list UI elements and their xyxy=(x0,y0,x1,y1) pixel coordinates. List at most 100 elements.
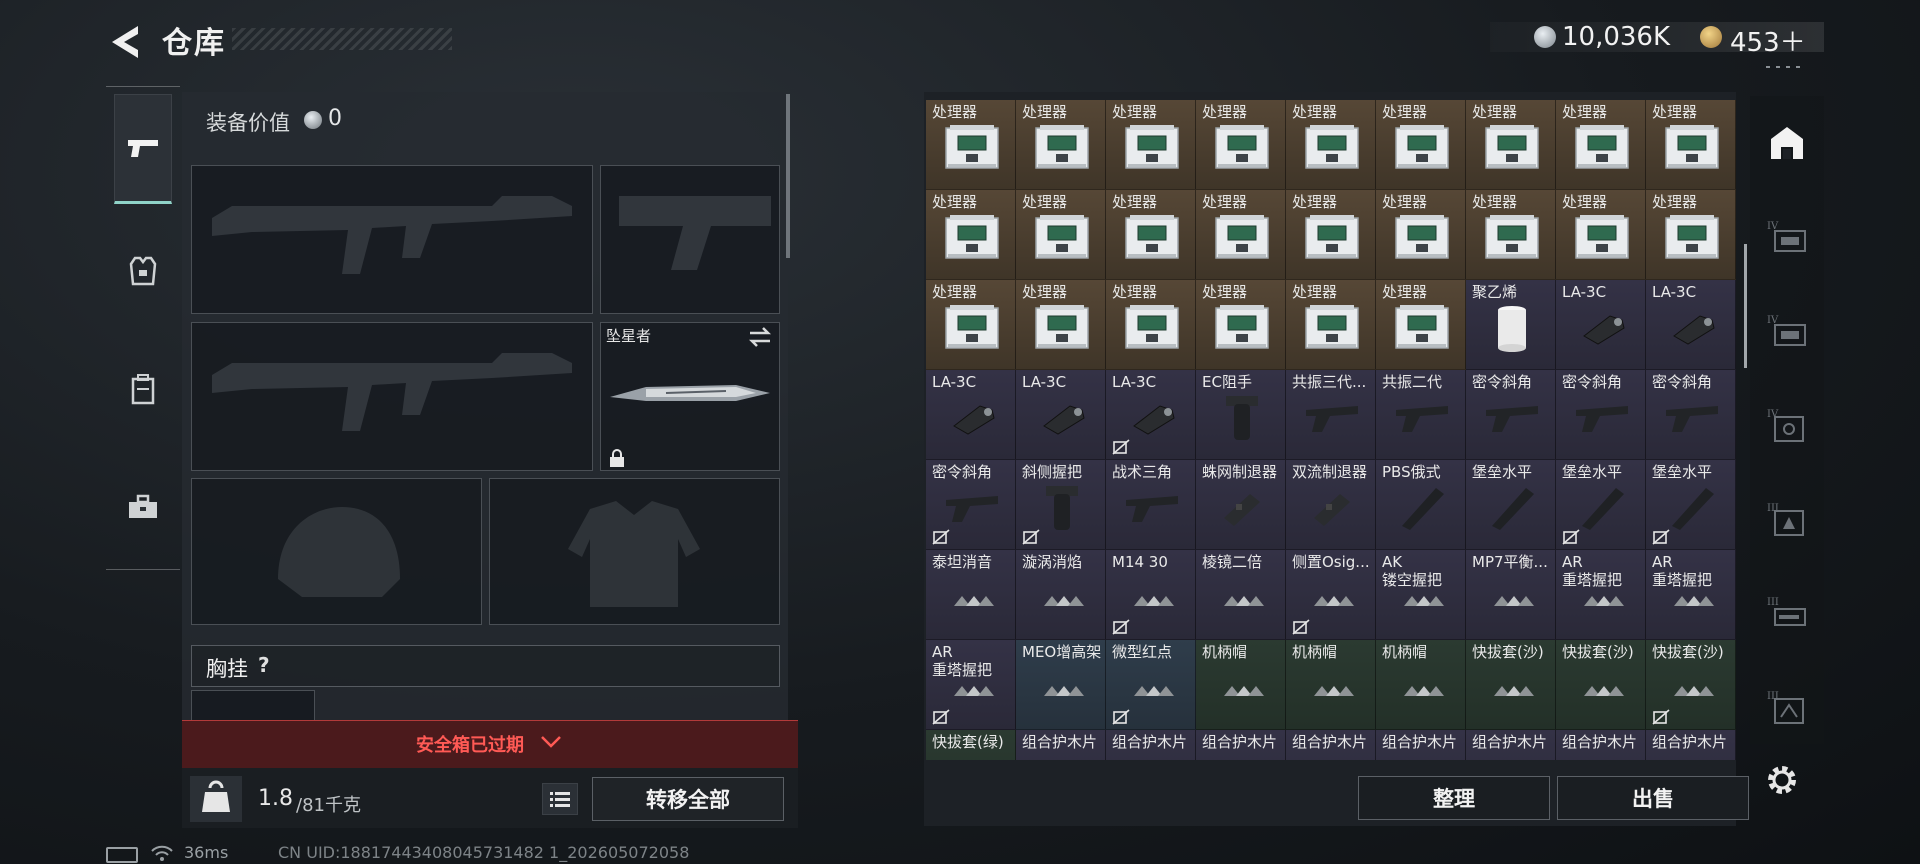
inventory-item[interactable]: 堡垒水平 xyxy=(1646,460,1736,550)
inventory-item[interactable]: M14 30 xyxy=(1106,550,1196,640)
tab-storage-main[interactable] xyxy=(1758,108,1816,178)
inventory-scrollbar[interactable] xyxy=(1744,244,1747,368)
inventory-item[interactable]: LA-3C xyxy=(1556,280,1646,370)
inventory-item[interactable]: LA-3C xyxy=(1106,370,1196,460)
tab-storage-iv-1[interactable]: IV xyxy=(1758,202,1816,272)
tab-storage-iii-2[interactable]: III xyxy=(1758,578,1816,648)
inventory-item[interactable]: 处理器 xyxy=(1106,100,1196,190)
inventory-item[interactable]: 双流制退器 xyxy=(1286,460,1376,550)
inventory-item[interactable]: LA-3C xyxy=(926,370,1016,460)
inventory-item[interactable]: AR 重塔握把 xyxy=(926,640,1016,730)
inventory-item[interactable]: 蛛网制退器 xyxy=(1196,460,1286,550)
inventory-item[interactable]: 快拔套(沙) xyxy=(1466,640,1556,730)
inventory-item[interactable]: 共振二代 xyxy=(1376,370,1466,460)
tab-storage-iv-2[interactable]: IV xyxy=(1758,296,1816,366)
inventory-item[interactable]: 处理器 xyxy=(1466,190,1556,280)
tab-storage-iii-1[interactable]: III xyxy=(1758,484,1816,554)
inventory-item[interactable]: 处理器 xyxy=(1376,280,1466,370)
chevron-down-icon[interactable] xyxy=(540,734,562,750)
inventory-item[interactable]: PBS俄式 xyxy=(1376,460,1466,550)
inventory-item[interactable]: 侧置Osig... xyxy=(1286,550,1376,640)
inventory-item[interactable]: 快拔套(绿) xyxy=(926,730,1016,760)
inventory-item[interactable]: 处理器 xyxy=(926,190,1016,280)
inventory-item[interactable]: 组合护木片 xyxy=(1556,730,1646,760)
tab-storage-iv-3[interactable]: IV xyxy=(1758,390,1816,460)
inventory-item[interactable]: AR 重塔握把 xyxy=(1556,550,1646,640)
inventory-item[interactable]: LA-3C xyxy=(1646,280,1736,370)
helmet-slot[interactable] xyxy=(191,478,482,625)
inventory-item[interactable]: 处理器 xyxy=(1196,280,1286,370)
inventory-item[interactable]: MEO增高架 xyxy=(1016,640,1106,730)
inventory-item[interactable]: 组合护木片 xyxy=(1376,730,1466,760)
inventory-item[interactable]: 组合护木片 xyxy=(1106,730,1196,760)
inventory-item[interactable]: 漩涡消焰 xyxy=(1016,550,1106,640)
inventory-item[interactable]: 处理器 xyxy=(1376,100,1466,190)
inventory-item[interactable]: 微型红点 xyxy=(1106,640,1196,730)
inventory-item[interactable]: 处理器 xyxy=(1556,190,1646,280)
inventory-item[interactable]: 聚乙烯 xyxy=(1466,280,1556,370)
inventory-item[interactable]: AR 重塔握把 xyxy=(1646,550,1736,640)
tab-backpack[interactable] xyxy=(114,334,172,444)
inventory-item[interactable]: 处理器 xyxy=(926,100,1016,190)
inventory-item[interactable]: 密令斜角 xyxy=(1556,370,1646,460)
inventory-item[interactable]: 处理器 xyxy=(1016,280,1106,370)
inventory-item[interactable]: 处理器 xyxy=(1196,190,1286,280)
inventory-item[interactable]: 战术三角 xyxy=(1106,460,1196,550)
sort-button[interactable]: 整理 xyxy=(1358,776,1550,820)
inventory-item[interactable]: 组合护木片 xyxy=(1466,730,1556,760)
inventory-item[interactable]: 组合护木片 xyxy=(1016,730,1106,760)
back-arrow-icon[interactable] xyxy=(104,20,148,64)
inventory-item[interactable]: 密令斜角 xyxy=(1646,370,1736,460)
inventory-item[interactable]: 快拔套(沙) xyxy=(1646,640,1736,730)
transfer-all-button[interactable]: 转移全部 xyxy=(592,777,784,821)
inventory-item[interactable]: AK 镂空握把 xyxy=(1376,550,1466,640)
secondary-weapon-slot[interactable] xyxy=(191,322,593,471)
body-armor-slot[interactable] xyxy=(489,478,780,625)
inventory-item[interactable]: LA-3C xyxy=(1016,370,1106,460)
sell-button[interactable]: 出售 xyxy=(1557,776,1749,820)
inventory-item[interactable]: 处理器 xyxy=(1466,100,1556,190)
inventory-item[interactable]: 密令斜角 xyxy=(926,460,1016,550)
gear-icon[interactable] xyxy=(1764,762,1800,798)
inventory-item[interactable]: 处理器 xyxy=(1646,100,1736,190)
inventory-item[interactable]: 机柄帽 xyxy=(1286,640,1376,730)
inventory-item[interactable]: 斜侧握把 xyxy=(1016,460,1106,550)
inventory-item[interactable]: MP7平衡... xyxy=(1466,550,1556,640)
inventory-item[interactable]: 快拔套(沙) xyxy=(1556,640,1646,730)
inventory-item[interactable]: 组合护木片 xyxy=(1286,730,1376,760)
list-view-button[interactable] xyxy=(542,783,578,815)
inventory-item[interactable]: 处理器 xyxy=(1286,190,1376,280)
inventory-item[interactable]: 处理器 xyxy=(1286,280,1376,370)
inventory-item[interactable]: 密令斜角 xyxy=(1466,370,1556,460)
inventory-item[interactable]: 处理器 xyxy=(926,280,1016,370)
inventory-item[interactable]: 堡垒水平 xyxy=(1466,460,1556,550)
inventory-item[interactable]: 机柄帽 xyxy=(1196,640,1286,730)
inventory-item[interactable]: 处理器 xyxy=(1016,190,1106,280)
primary-weapon-slot[interactable] xyxy=(191,165,593,314)
swap-icon[interactable] xyxy=(746,326,774,348)
tab-armor[interactable] xyxy=(114,216,172,326)
equipment-scrollbar[interactable] xyxy=(786,94,790,258)
inventory-item[interactable]: 棱镜二倍 xyxy=(1196,550,1286,640)
currency-gold-value[interactable]: 453＋ xyxy=(1730,22,1806,59)
inventory-item[interactable]: 处理器 xyxy=(1286,100,1376,190)
inventory-item[interactable]: 机柄帽 xyxy=(1376,640,1466,730)
inventory-item[interactable]: 共振三代... xyxy=(1286,370,1376,460)
tab-storage-iii-3[interactable]: III xyxy=(1758,672,1816,742)
inventory-item[interactable]: 处理器 xyxy=(1106,190,1196,280)
tab-weapons[interactable] xyxy=(114,94,172,204)
chest-rig-slot[interactable] xyxy=(191,690,315,720)
inventory-item[interactable]: 组合护木片 xyxy=(1646,730,1736,760)
inventory-item[interactable]: 泰坦消音 xyxy=(926,550,1016,640)
inventory-item[interactable]: 处理器 xyxy=(1646,190,1736,280)
inventory-item[interactable]: 处理器 xyxy=(1106,280,1196,370)
inventory-item[interactable]: 处理器 xyxy=(1376,190,1466,280)
inventory-item[interactable]: 组合护木片 xyxy=(1196,730,1286,760)
inventory-item[interactable]: 处理器 xyxy=(1016,100,1106,190)
inventory-item[interactable]: 处理器 xyxy=(1196,100,1286,190)
tab-toolbox[interactable] xyxy=(114,452,172,562)
inventory-item[interactable]: EC阻手 xyxy=(1196,370,1286,460)
sidearm-slot[interactable] xyxy=(600,165,780,314)
inventory-item[interactable]: 处理器 xyxy=(1556,100,1646,190)
inventory-item[interactable]: 堡垒水平 xyxy=(1556,460,1646,550)
